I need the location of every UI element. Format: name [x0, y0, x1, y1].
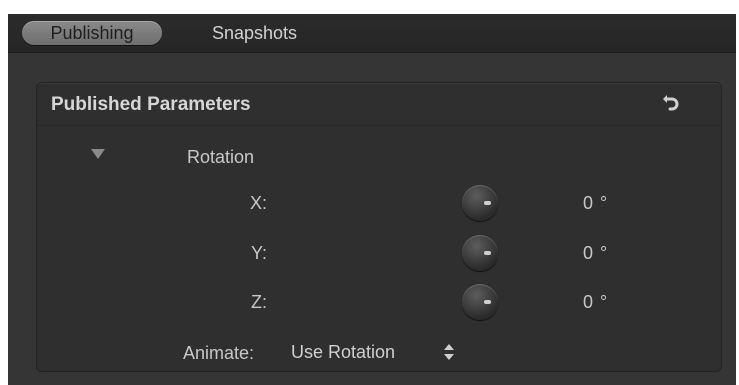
tab-snapshots[interactable]: Snapshots: [194, 21, 315, 45]
dial-indicator-icon: [484, 300, 491, 304]
rotation-z-value[interactable]: 0 °: [583, 292, 608, 313]
panel-title: Published Parameters: [51, 94, 251, 115]
rotation-x-dial[interactable]: [462, 185, 498, 221]
disclosure-triangle-icon[interactable]: [91, 149, 105, 159]
animate-label: Animate:: [183, 343, 255, 363]
axis-label-x: X:: [249, 193, 267, 213]
axis-label-y: Y:: [250, 243, 267, 263]
dial-indicator-icon: [484, 251, 491, 255]
axis-label-z: Z:: [251, 292, 267, 312]
panel-header: Published Parameters: [37, 83, 721, 126]
animate-selected-value: Use Rotation: [291, 342, 396, 362]
rotation-y-dial[interactable]: [462, 235, 498, 271]
published-parameters-panel: Published Parameters Rotation X: 0 ° Y: …: [36, 82, 722, 372]
dial-indicator-icon: [484, 201, 491, 205]
rotation-z-dial[interactable]: [462, 284, 498, 320]
rotation-group-label: Rotation: [187, 147, 255, 167]
tab-publishing[interactable]: Publishing: [22, 21, 162, 45]
reset-arrow-icon[interactable]: [661, 92, 681, 114]
rotation-x-value[interactable]: 0 °: [583, 193, 608, 214]
tab-bar: Publishing Snapshots: [8, 14, 736, 53]
up-down-arrows-icon: [444, 344, 454, 360]
inspector-window: Publishing Snapshots Published Parameter…: [8, 14, 736, 385]
rotation-y-value[interactable]: 0 °: [583, 243, 608, 264]
animate-popup-menu[interactable]: Use Rotation: [291, 339, 466, 365]
